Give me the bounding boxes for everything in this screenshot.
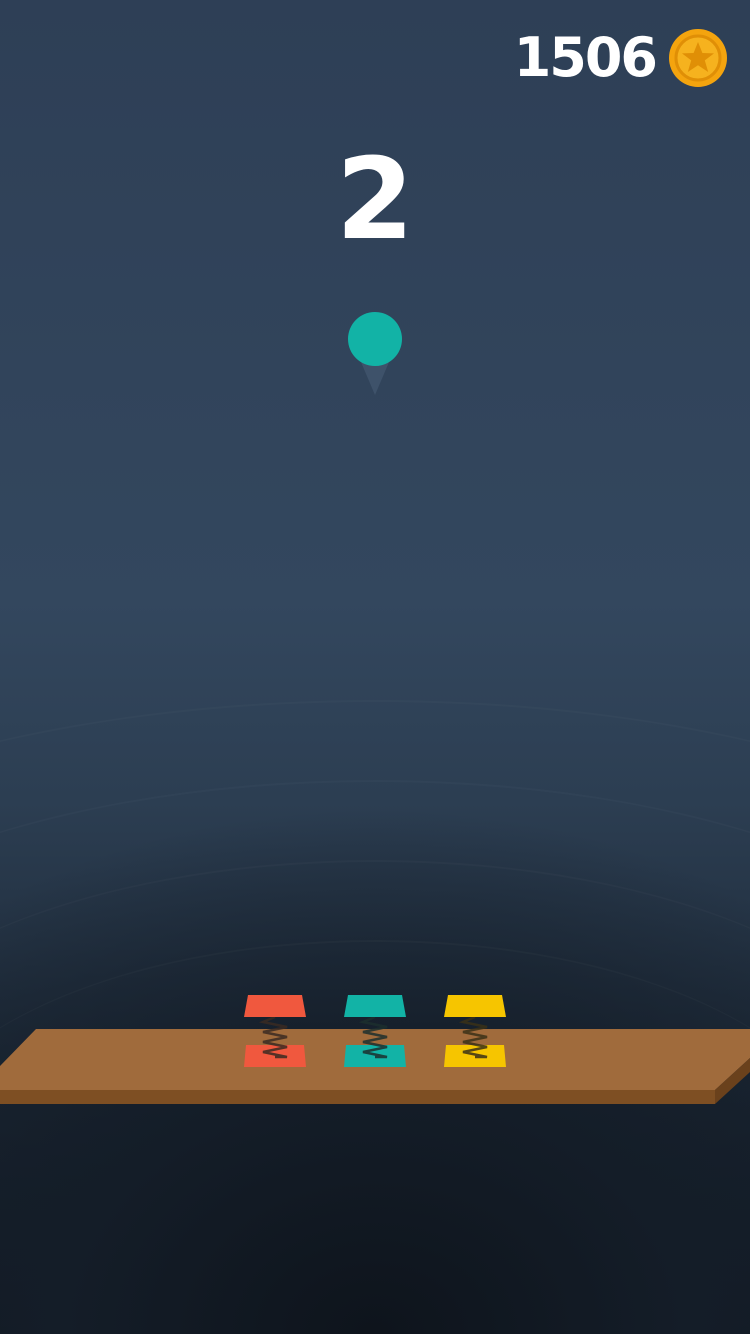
score-counter: 2: [336, 135, 414, 265]
yellow-spring-pad: [444, 995, 506, 1017]
platform: [0, 995, 750, 1104]
coin-count: 1506: [513, 26, 658, 89]
teal-spring-pad: [344, 995, 406, 1017]
star-coin-icon: [669, 29, 727, 87]
ball: [348, 312, 402, 366]
game-stage[interactable]: 1506 2: [0, 0, 750, 1334]
platform-front-edge: [0, 1090, 715, 1104]
coin-counter: 1506: [514, 26, 728, 90]
red-spring-pad: [244, 995, 306, 1017]
